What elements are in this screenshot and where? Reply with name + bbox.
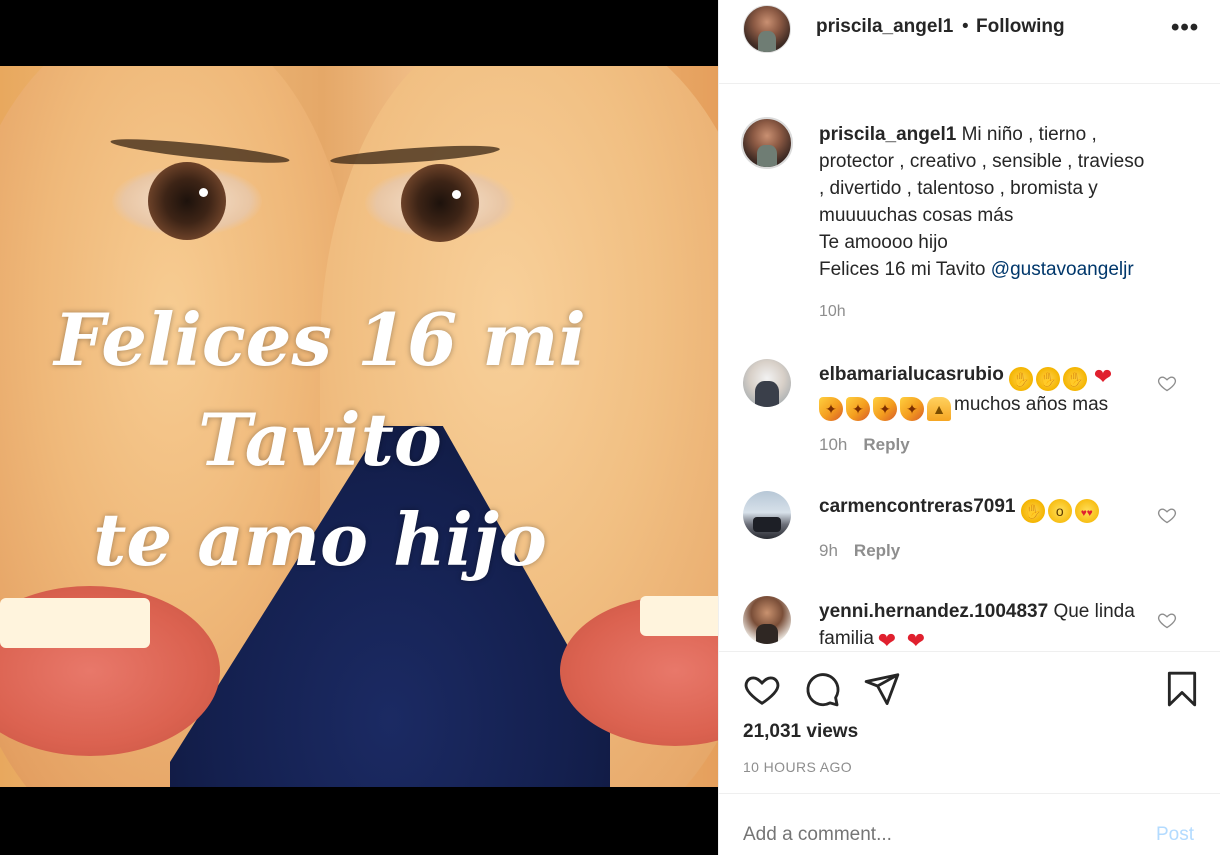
commenter-username[interactable]: carmencontreras7091: [819, 496, 1015, 517]
photo-overlay-text: Felices 16 mi Tavito te amo hijo: [0, 290, 640, 590]
overlay-line: Felices 16 mi: [54, 297, 586, 382]
clapping-hands-emoji: ✋: [1009, 367, 1034, 391]
party-popper-emoji: ✦: [846, 397, 870, 421]
commenter-avatar[interactable]: [743, 359, 791, 407]
comment-body: yenni.hernandez.1004837 Que linda famili…: [819, 598, 1149, 650]
party-popper-emoji: ✦: [873, 397, 897, 421]
comment-like-heart-icon[interactable]: [1157, 373, 1177, 393]
reply-button[interactable]: Reply: [863, 435, 909, 454]
caption-timestamp[interactable]: 10h: [819, 303, 846, 321]
overlay-line: te amo hijo: [93, 497, 547, 582]
heart-eyes-emoji: ♥♥: [1074, 499, 1099, 523]
caption-line: Felices 16 mi Tavito: [819, 259, 986, 280]
header-separator: •: [962, 16, 969, 37]
red-heart-emoji: ❤: [1093, 364, 1113, 389]
view-count[interactable]: 21,031 views: [743, 721, 858, 743]
post-timestamp[interactable]: 10 HOURS AGO: [743, 759, 852, 775]
party-popper-emoji: ✦: [900, 397, 924, 421]
author-avatar[interactable]: [743, 5, 791, 53]
party-popper-emoji: ✦: [819, 397, 843, 421]
caption-mention-link[interactable]: @gustavoangeljr: [991, 259, 1134, 280]
author-username[interactable]: priscila_angel1: [816, 16, 953, 38]
caption-line: protector , creativo , sensible , travie…: [819, 151, 1145, 172]
comment-like-heart-icon[interactable]: [1157, 610, 1177, 630]
overlay-line: Tavito: [198, 397, 442, 482]
photo-eye-left: [112, 162, 262, 240]
reply-button[interactable]: Reply: [854, 541, 900, 560]
paper-plane-icon[interactable]: [863, 670, 901, 708]
comment-timestamp[interactable]: 10h: [819, 435, 847, 454]
surprised-face-emoji: o: [1047, 499, 1072, 523]
post-comment-button[interactable]: Post: [1156, 824, 1194, 846]
post-side-panel: priscila_angel1 • Following ••• priscila…: [718, 0, 1220, 855]
caption-line: , divertido , talentoso , bromista y: [819, 178, 1098, 199]
red-heart-emoji: ❤: [906, 628, 926, 651]
comment-bubble-icon[interactable]: [803, 670, 841, 708]
comment-body: carmencontreras7091 ✋ o ♥♥: [819, 493, 1149, 523]
caption-line: muuuuchas cosas más: [819, 205, 1014, 226]
post-header: priscila_angel1 • Following •••: [719, 0, 1220, 84]
comments-list[interactable]: priscila_angel1 Mi niño , tierno , prote…: [719, 85, 1220, 650]
comment-body: elbamarialucasrubio ✋ ✋ ✋ ❤ ✦ ✦ ✦ ✦ ▲ muchos año…: [819, 361, 1149, 421]
add-comment-bar: Post: [719, 793, 1220, 855]
clapping-hands-emoji: ✋: [1063, 367, 1088, 391]
comment-text: muchos años mas: [954, 394, 1109, 415]
add-comment-input[interactable]: [743, 824, 1123, 846]
bookmark-icon[interactable]: [1163, 670, 1201, 708]
comment-like-heart-icon[interactable]: [1157, 505, 1177, 525]
red-heart-emoji: ❤: [877, 628, 897, 651]
commenter-username[interactable]: yenni.hernandez.1004837: [819, 601, 1048, 622]
post-caption: priscila_angel1 Mi niño , tierno , prote…: [819, 121, 1189, 283]
caption-avatar[interactable]: [741, 117, 793, 169]
caption-line: Te amoooo hijo: [819, 232, 948, 253]
caption-line: Mi niño , tierno ,: [961, 124, 1097, 145]
photo-teeth-right: [640, 596, 718, 636]
comment-meta: 10h Reply: [819, 435, 910, 455]
commenter-avatar[interactable]: [743, 491, 791, 539]
clapping-hands-emoji: ✋: [1020, 499, 1045, 523]
caption-username[interactable]: priscila_angel1: [819, 124, 956, 145]
comment-timestamp[interactable]: 9h: [819, 541, 838, 560]
commenter-username[interactable]: elbamarialucasrubio: [819, 364, 1004, 385]
commenter-avatar[interactable]: [743, 596, 791, 644]
praying-hands-emoji: ▲: [927, 397, 951, 421]
heart-outline-icon[interactable]: [743, 670, 781, 708]
following-button[interactable]: Following: [976, 16, 1065, 38]
photo-eye-right: [365, 164, 515, 242]
post-media[interactable]: Felices 16 mi Tavito te amo hijo: [0, 0, 718, 855]
clapping-hands-emoji: ✋: [1036, 367, 1061, 391]
more-options-icon[interactable]: •••: [1171, 14, 1199, 42]
photo-teeth-left: [0, 598, 150, 648]
post-actions: 21,031 views 10 HOURS AGO: [719, 651, 1220, 793]
comment-meta: 9h Reply: [819, 541, 900, 561]
